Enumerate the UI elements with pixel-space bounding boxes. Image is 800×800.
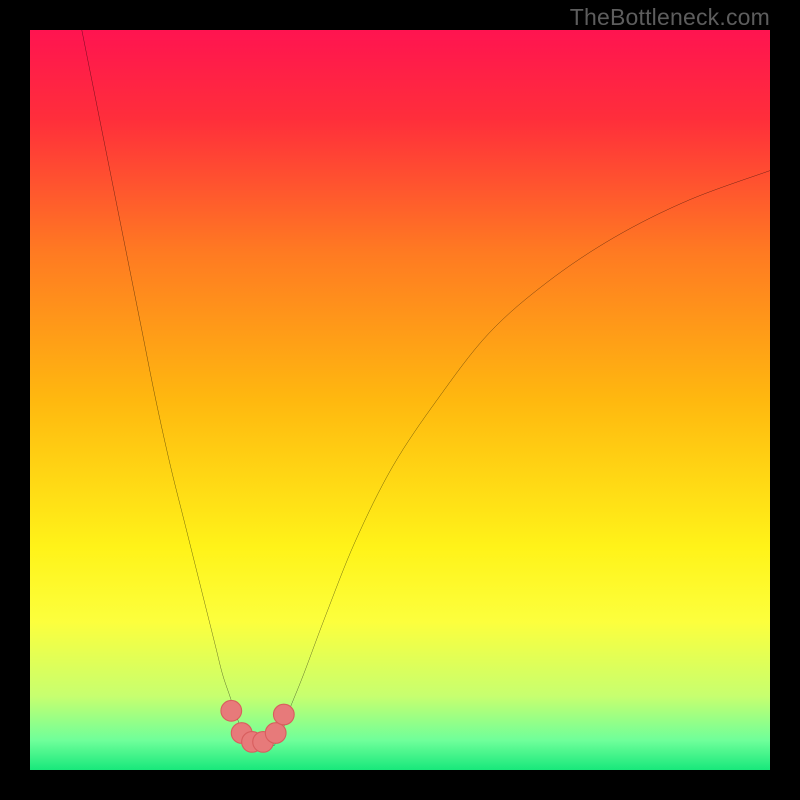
- valley-marker: [265, 723, 286, 744]
- chart-frame: TheBottleneck.com: [0, 0, 800, 800]
- valley-marker: [221, 700, 242, 721]
- chart-plot-area: [30, 30, 770, 770]
- chart-background: [30, 30, 770, 770]
- valley-marker: [273, 704, 294, 725]
- watermark-text: TheBottleneck.com: [570, 4, 770, 31]
- chart-svg: [30, 30, 770, 770]
